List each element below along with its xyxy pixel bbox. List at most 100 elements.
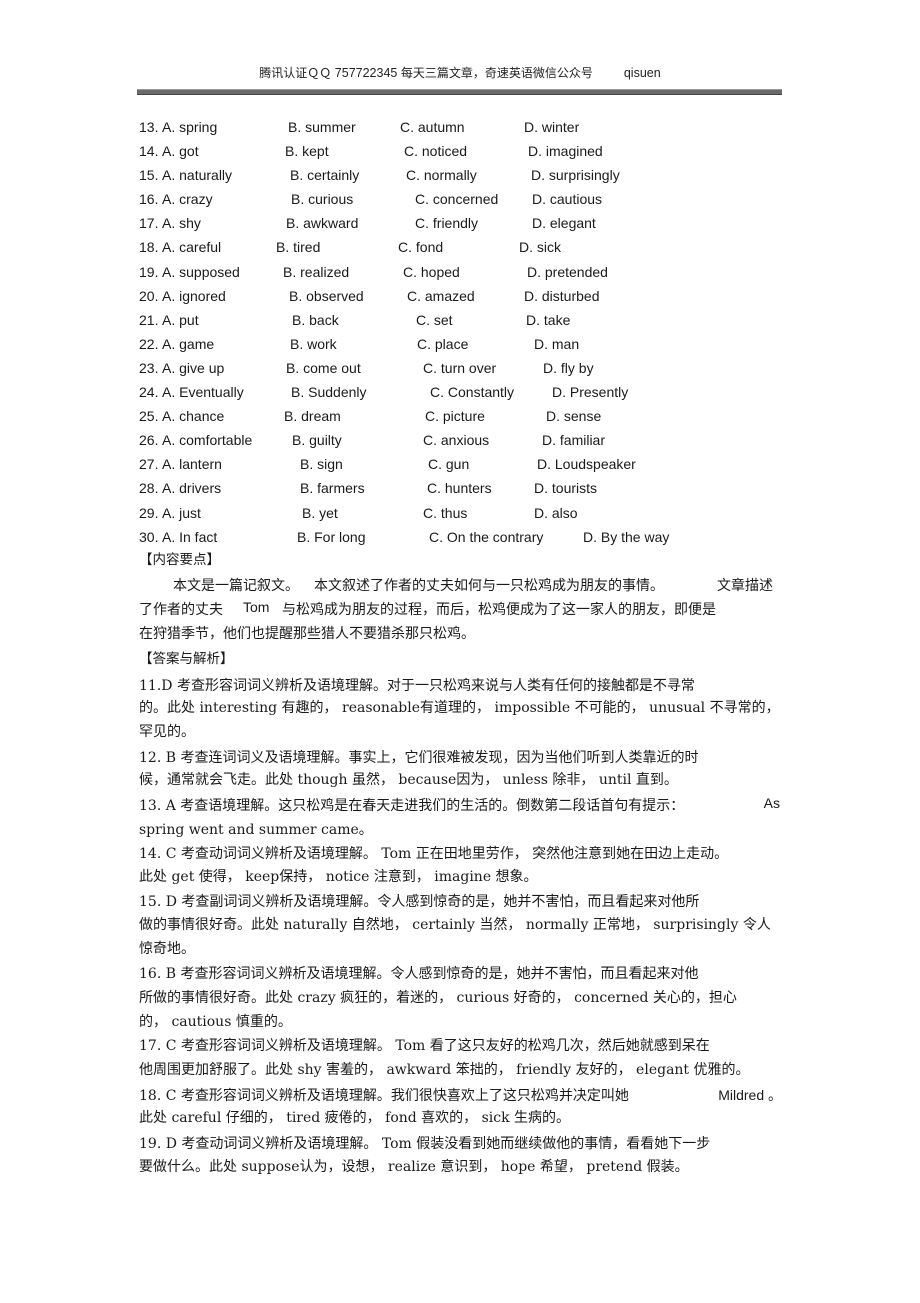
question-number: 18. bbox=[139, 239, 159, 255]
summary-heading: 【内容要点】 bbox=[139, 552, 220, 568]
answer-16-line-2: 所做的事情很好奇。此处 crazy 疯狂的，着迷的， curious 好奇的， … bbox=[139, 990, 737, 1006]
option-b: B. certainly bbox=[290, 167, 360, 183]
option-d: D. take bbox=[526, 312, 571, 328]
option-d: D. sense bbox=[546, 408, 602, 424]
option-b: B. farmers bbox=[300, 480, 365, 496]
option-d: D. Presently bbox=[552, 384, 629, 400]
option-b: B. kept bbox=[285, 143, 329, 159]
answer-16-line-1: 16. B 考查形容词词义辨析及语境理解。令人感到惊奇的是，她并不害怕，而且看起… bbox=[139, 966, 699, 982]
question-number: 17. bbox=[139, 215, 159, 231]
answer-11-line-2: 的。此处 interesting 有趣的， reasonable有道理的， im… bbox=[139, 700, 780, 716]
answer-18-line-1: 18. C 考查形容词词义辨析及语境理解。我们很快喜欢上了这只松鸡并决定叫她 bbox=[139, 1088, 629, 1104]
option-b: B. yet bbox=[302, 505, 338, 521]
summary-line-2a: 了作者的丈夫 bbox=[139, 602, 223, 618]
option-b: B. observed bbox=[289, 288, 364, 304]
summary-line-1b: 本文叙述了作者的丈夫如何与一只松鸡成为朋友的事情。 bbox=[314, 578, 664, 594]
option-c: C. friendly bbox=[415, 215, 479, 231]
option-d: D. disturbed bbox=[524, 288, 600, 304]
option-d: D. man bbox=[534, 336, 580, 352]
option-d: D. winter bbox=[524, 119, 580, 135]
option-b: B. awkward bbox=[286, 215, 359, 231]
option-b: B. work bbox=[290, 336, 337, 352]
option-c: C. On the contrary bbox=[429, 529, 544, 545]
option-a: A. Eventually bbox=[162, 384, 244, 400]
option-b: B. For long bbox=[297, 529, 366, 545]
question-number: 26. bbox=[139, 432, 159, 448]
answer-13-line-1: 13. A 考查语境理解。这只松鸡是在春天走进我们的生活的。倒数第二段话首句有提… bbox=[139, 798, 685, 814]
header-qq: 757722345 bbox=[334, 66, 398, 80]
question-number: 21. bbox=[139, 312, 159, 328]
option-d: D. also bbox=[534, 505, 578, 521]
header-account: qisuen bbox=[623, 66, 661, 80]
option-d: D. familiar bbox=[542, 432, 606, 448]
answer-15-line-3: 惊奇地。 bbox=[139, 941, 195, 957]
option-d: D. imagined bbox=[528, 143, 603, 159]
option-c: C. thus bbox=[423, 505, 468, 521]
option-a: A. just bbox=[162, 505, 201, 521]
header-rule bbox=[137, 89, 782, 95]
answer-17-line-2: 他周围更加舒服了。此处 shy 害羞的， awkward 笨拙的， friend… bbox=[139, 1062, 750, 1078]
option-b: B. back bbox=[292, 312, 339, 328]
option-b: B. dream bbox=[284, 408, 341, 424]
option-d: D. tourists bbox=[534, 480, 598, 496]
question-number: 19. bbox=[139, 264, 159, 280]
option-c: C. normally bbox=[406, 167, 477, 183]
option-d: D. sick bbox=[519, 239, 561, 255]
option-a: A. ignored bbox=[162, 288, 226, 304]
option-b: B. Suddenly bbox=[291, 384, 367, 400]
option-a: A. game bbox=[162, 336, 215, 352]
answer-11-line-3: 罕见的。 bbox=[139, 724, 195, 740]
header-prefix: 腾讯认证ＱＱ bbox=[259, 66, 332, 80]
answer-14-line-1: 14. C 考查动词词义辨析及语境理解。 Tom 正在田地里劳作， 突然他注意到… bbox=[139, 846, 729, 862]
option-a: A. careful bbox=[162, 239, 222, 255]
question-number: 28. bbox=[139, 480, 159, 496]
option-a: A. supposed bbox=[162, 264, 240, 280]
option-c: C. noticed bbox=[404, 143, 468, 159]
option-c: C. Constantly bbox=[430, 384, 515, 400]
option-c: C. turn over bbox=[423, 360, 497, 376]
option-c: C. concerned bbox=[415, 191, 499, 207]
header-middle: 每天三篇文章，奇速英语微信公众号 bbox=[400, 66, 593, 80]
summary-line-3: 在狩猎季节，他们也提醒那些猎人不要猎杀那只松鸡。 bbox=[139, 626, 475, 642]
question-number: 13. bbox=[139, 119, 159, 135]
option-b: B. summer bbox=[288, 119, 356, 135]
option-d: D. cautious bbox=[532, 191, 603, 207]
option-b: B. realized bbox=[283, 264, 350, 280]
option-c: C. amazed bbox=[407, 288, 475, 304]
option-d: D. elegant bbox=[532, 215, 596, 231]
answer-16-line-3: 的， cautious 慎重的。 bbox=[139, 1014, 292, 1030]
option-a: A. put bbox=[162, 312, 199, 328]
option-c: C. hoped bbox=[403, 264, 460, 280]
option-d: D. surprisingly bbox=[531, 167, 620, 183]
question-number: 15. bbox=[139, 167, 159, 183]
page-header: 腾讯认证ＱＱ 757722345 每天三篇文章，奇速英语微信公众号 qisuen bbox=[0, 64, 920, 81]
option-a: A. In fact bbox=[162, 529, 218, 545]
answer-14-line-2: 此处 get 使得， keep保持， notice 注意到， imagine 想… bbox=[139, 869, 538, 885]
option-d: D. By the way bbox=[583, 529, 670, 545]
option-a: A. drivers bbox=[162, 480, 222, 496]
answer-19-line-2: 要做什么。此处 suppose认为，设想， realize 意识到， hope … bbox=[139, 1159, 689, 1175]
option-c: C. place bbox=[417, 336, 469, 352]
answer-13-line-2: spring went and summer came。 bbox=[139, 822, 373, 838]
summary-line-2b: Tom bbox=[243, 599, 270, 615]
option-b: B. guilty bbox=[292, 432, 342, 448]
option-a: A. got bbox=[162, 143, 199, 159]
option-b: B. come out bbox=[286, 360, 361, 376]
option-a: A. spring bbox=[162, 119, 218, 135]
option-b: B. tired bbox=[276, 239, 321, 255]
answer-12-line-1: 12. B 考查连词词义及语境理解。事实上，它们很难被发现，因为当他们听到人类靠… bbox=[139, 750, 699, 766]
question-number: 30. bbox=[139, 529, 159, 545]
option-c: C. hunters bbox=[427, 480, 492, 496]
option-a: A. give up bbox=[162, 360, 225, 376]
option-c: C. gun bbox=[428, 456, 470, 472]
question-number: 29. bbox=[139, 505, 159, 521]
option-a: A. shy bbox=[162, 215, 201, 231]
question-number: 25. bbox=[139, 408, 159, 424]
option-d: D. pretended bbox=[527, 264, 608, 280]
option-a: A. chance bbox=[162, 408, 225, 424]
answer-18-line-2: 此处 careful 仔细的， tired 疲倦的， fond 喜欢的， sic… bbox=[139, 1110, 571, 1126]
answer-19-line-1: 19. D 考查动词词义辨析及语境理解。 Tom 假装没看到她而继续做他的事情，… bbox=[139, 1136, 711, 1152]
summary-line-2c: 与松鸡成为朋友的过程，而后，松鸡便成为了这一家人的朋友，即便是 bbox=[282, 602, 716, 618]
summary-line-1a: 本文是一篇记叙文。 bbox=[173, 578, 299, 594]
option-d: D. fly by bbox=[543, 360, 594, 376]
